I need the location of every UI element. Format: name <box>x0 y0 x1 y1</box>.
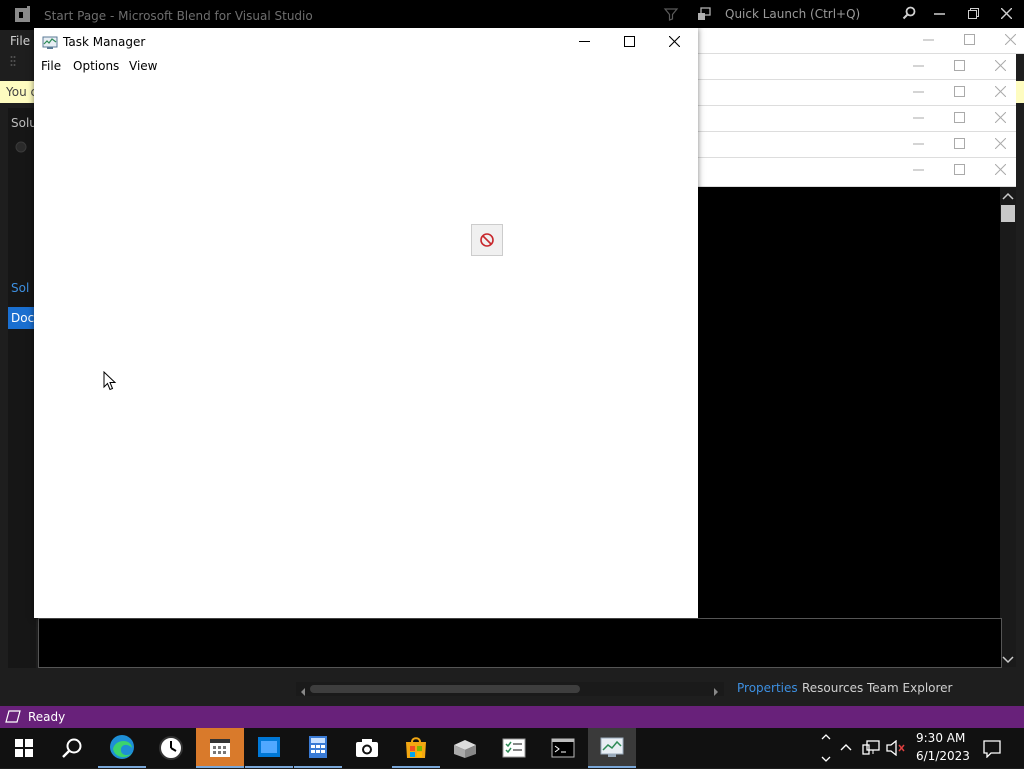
volume-muted-icon[interactable] <box>886 739 906 759</box>
blend-menu-file[interactable]: File <box>10 34 30 48</box>
start-icon[interactable] <box>0 728 48 768</box>
package-icon[interactable] <box>441 728 489 768</box>
edge-icon[interactable] <box>98 728 146 768</box>
filter-icon[interactable] <box>663 6 679 22</box>
tab-solution[interactable]: Sol <box>11 281 29 295</box>
quick-launch-placeholder: Quick Launch (Ctrl+Q) <box>725 7 861 21</box>
clock-app-icon[interactable] <box>147 728 195 768</box>
task-manager-title: Task Manager <box>63 35 146 49</box>
solution-panel <box>8 108 36 668</box>
vertical-scrollbar[interactable] <box>1000 187 1016 667</box>
scroll-left-icon[interactable] <box>299 685 307 699</box>
blocked-icon <box>471 224 503 256</box>
store-window-icon[interactable] <box>245 728 293 768</box>
tab-document-label: Doc <box>11 311 35 325</box>
network-icon[interactable] <box>862 740 880 759</box>
scroll-down-icon[interactable] <box>1002 654 1014 668</box>
microsoft-store-icon[interactable] <box>392 728 440 768</box>
document-area <box>698 187 1001 667</box>
scroll-up-icon[interactable] <box>1002 190 1014 204</box>
notice-text: You c <box>6 85 38 99</box>
task-manager-maximize-button[interactable] <box>607 28 652 56</box>
scroll-right-icon[interactable] <box>712 685 720 699</box>
checklist-icon[interactable] <box>490 728 538 768</box>
notification-icon[interactable] <box>983 740 1001 761</box>
blend-restore-button[interactable] <box>957 0 990 28</box>
task-manager-content <box>34 76 698 618</box>
background-window[interactable] <box>698 132 1016 158</box>
status-bar: Ready <box>0 706 1024 728</box>
background-window[interactable] <box>698 158 1016 187</box>
background-window[interactable] <box>698 54 1016 80</box>
output-panel <box>38 618 1002 668</box>
horizontal-scroll-thumb[interactable] <box>310 685 580 693</box>
chevron-up-icon[interactable] <box>839 740 853 757</box>
terminal-icon[interactable] <box>539 728 587 768</box>
solution-refresh-icon[interactable] <box>14 140 28 157</box>
calculator-icon[interactable] <box>294 728 342 768</box>
calendar-icon[interactable] <box>196 728 244 768</box>
camera-icon[interactable] <box>343 728 391 768</box>
mouse-cursor-icon <box>103 370 117 394</box>
task-manager-close-button[interactable] <box>652 28 697 56</box>
quick-launch-input[interactable]: Quick Launch (Ctrl+Q) <box>716 3 924 25</box>
tab-properties[interactable]: Properties <box>737 681 798 695</box>
task-manager-minimize-button[interactable] <box>562 28 607 56</box>
horizontal-scrollbar[interactable] <box>296 682 724 696</box>
menu-file[interactable]: File <box>41 59 61 73</box>
clock-time[interactable]: 9:30 AM <box>916 731 965 745</box>
search-icon[interactable] <box>48 728 96 768</box>
menu-options[interactable]: Options <box>73 59 119 73</box>
vertical-scroll-thumb[interactable] <box>1001 205 1015 222</box>
feedback-icon[interactable] <box>696 6 712 22</box>
task-manager-icon[interactable] <box>588 728 636 768</box>
task-manager-titlebar[interactable]: Task Manager <box>34 28 698 56</box>
blend-minimize-button[interactable] <box>923 0 956 28</box>
background-window[interactable] <box>698 106 1016 132</box>
blend-window-title: Start Page - Microsoft Blend for Visual … <box>44 9 313 23</box>
background-window[interactable] <box>698 28 1024 54</box>
background-window[interactable] <box>698 80 1016 106</box>
taskbar-scroll[interactable] <box>819 730 833 766</box>
notice-bar: You c <box>0 81 38 103</box>
task-manager-window: Task Manager File Options View <box>34 28 698 618</box>
status-icon <box>5 710 21 726</box>
status-text: Ready <box>28 710 66 724</box>
notice-bar-end <box>1016 81 1024 103</box>
tab-team-explorer[interactable]: Team Explorer <box>867 681 953 695</box>
blend-logo-icon <box>11 5 33 25</box>
tab-document[interactable]: Doc <box>8 307 36 329</box>
search-icon[interactable] <box>902 6 916 20</box>
clock-date[interactable]: 6/1/2023 <box>916 749 970 763</box>
toolbar-grip-icon <box>10 55 24 71</box>
tab-resources[interactable]: Resources <box>802 681 863 695</box>
menu-view[interactable]: View <box>129 59 157 73</box>
blend-close-button[interactable] <box>990 0 1023 28</box>
task-manager-icon <box>42 34 58 53</box>
